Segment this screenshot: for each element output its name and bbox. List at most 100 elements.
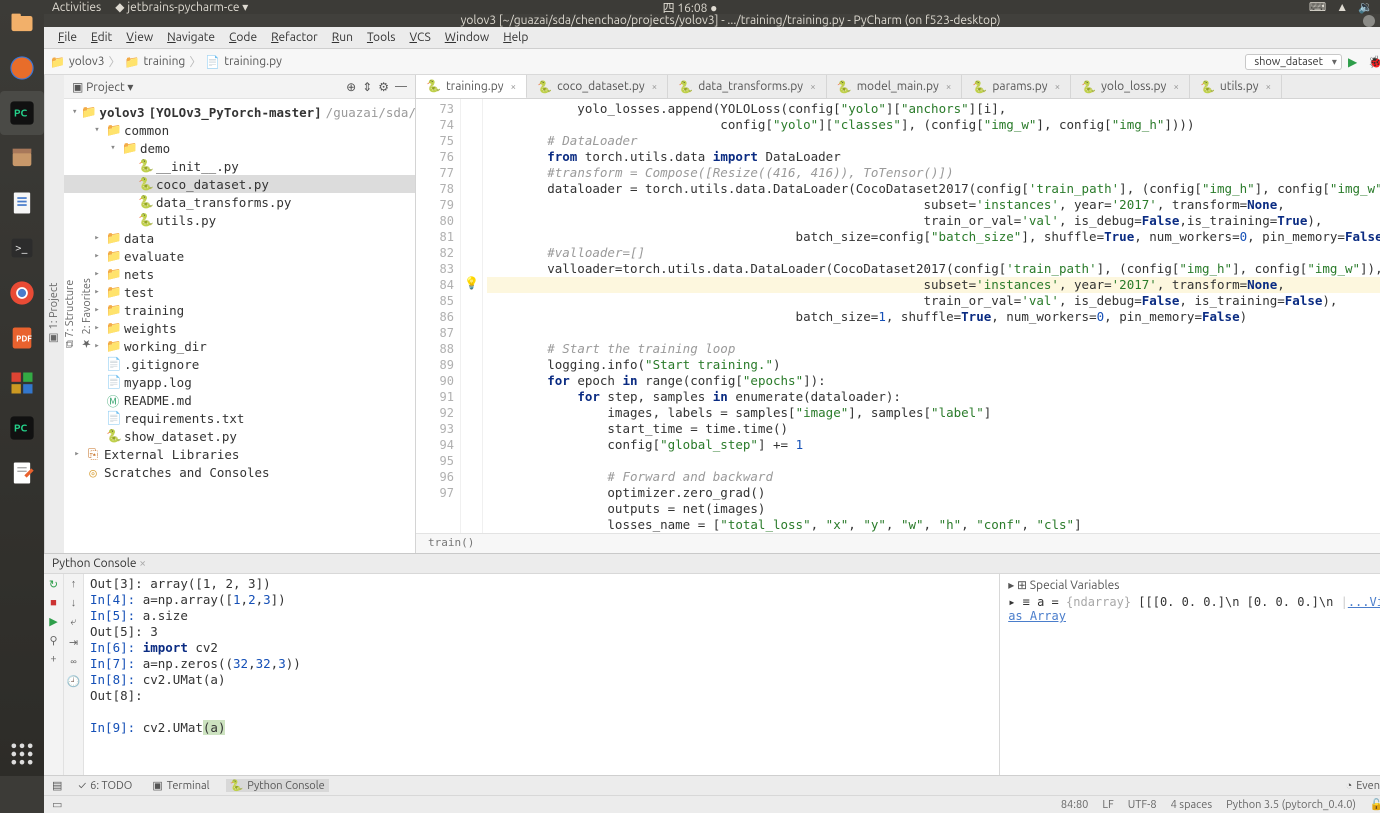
attach-icon[interactable]: ⚲ [49, 634, 57, 647]
menu-window[interactable]: Window [439, 29, 495, 46]
menu-file[interactable]: File [52, 29, 83, 46]
hide-icon[interactable]: — [395, 80, 407, 93]
editor-tab[interactable]: 🐍utils.py× [1190, 75, 1282, 98]
menu-vcs[interactable]: VCS [403, 29, 436, 46]
link-icon[interactable]: ∞ [70, 656, 76, 668]
run-config-selector[interactable]: show_dataset [1245, 54, 1342, 70]
dock-firefox-icon[interactable] [0, 46, 44, 90]
menu-tools[interactable]: Tools [361, 29, 402, 46]
left-tool-stripe: ▣ 1: Project ⧉ 7: Structure ★ 2: Favorit… [44, 75, 64, 553]
tree-node[interactable]: 🐍show_dataset.py [64, 427, 415, 445]
intention-bulb-icon[interactable]: 💡 [464, 276, 479, 290]
editor-breadcrumb[interactable]: train() [416, 533, 1380, 553]
sidebar-project-tab[interactable]: ▣ 1: Project [45, 81, 62, 547]
locate-icon[interactable]: ⊕ [346, 80, 356, 94]
breadcrumb[interactable]: 📁yolov3〉📁training〉📄training.py [50, 53, 282, 70]
tree-node[interactable]: ▸📁data [64, 229, 415, 247]
dock-notes-icon[interactable] [0, 451, 44, 495]
menu-view[interactable]: View [120, 29, 159, 46]
editor-tab[interactable]: 🐍yolo_loss.py× [1071, 75, 1190, 98]
file-encoding[interactable]: UTF-8 [1128, 799, 1157, 811]
variables-pane[interactable]: ▸ ⊞ Special Variables ▸ ≡ a = {ndarray} … [999, 574, 1380, 775]
stop-icon[interactable]: ■ [50, 597, 57, 609]
sidebar-structure-tab[interactable]: ⧉ 7: Structure [62, 81, 78, 547]
network-icon[interactable]: ▲ [1336, 0, 1348, 14]
tree-node[interactable]: ▸📁test [64, 283, 415, 301]
scroll-icon[interactable]: ⇥ [69, 636, 78, 649]
dock-pycharm-icon[interactable]: PC [0, 91, 44, 135]
dock-apps-icon[interactable] [0, 732, 44, 776]
up-icon[interactable]: ↑ [71, 578, 77, 590]
console-tab[interactable]: Python Console × [52, 557, 146, 570]
tree-node[interactable]: ⓂREADME.md [64, 391, 415, 409]
volume-icon[interactable]: 🔉 [1358, 0, 1373, 14]
sidebar-favorites-tab[interactable]: ★ 2: Favorites [78, 81, 95, 547]
editor-tab[interactable]: 🐍model_main.py× [827, 75, 963, 98]
tree-node[interactable]: 📄myapp.log [64, 373, 415, 391]
dock-archive-icon[interactable] [0, 136, 44, 180]
debug-icon[interactable]: 🐞 [1368, 55, 1380, 69]
dock-pdf-icon[interactable]: PDF [0, 316, 44, 360]
tree-node[interactable]: ◎Scratches and Consoles [64, 463, 415, 481]
history-icon[interactable]: 🕘 [67, 675, 81, 688]
menu-help[interactable]: Help [497, 29, 534, 46]
python-console-tab[interactable]: 🐍 Python Console [226, 779, 329, 792]
wrap-icon[interactable]: ⤶ [70, 616, 76, 629]
project-tree[interactable]: ▾📁yolov3 [YOLOv3_PyTorch-master] /guazai… [64, 99, 415, 553]
editor-tab[interactable]: 🐍training.py× [416, 75, 527, 99]
settings-icon[interactable]: ⚙ [378, 80, 389, 94]
window-minimize-button[interactable] [1363, 15, 1375, 27]
python-console-tool: Python Console × ⚙ — ↻ ■ ▶ ⚲ + ↑ ↓ ⤶ ⇥ [44, 553, 1380, 775]
app-menu[interactable]: ◆ jetbrains-pycharm-ce ▾ [115, 0, 248, 14]
menu-run[interactable]: Run [326, 29, 359, 46]
console-output[interactable]: Out[3]: array([1, 2, 3])In[4]: a=np.arra… [84, 574, 999, 775]
tree-node[interactable]: 🐍__init__.py [64, 157, 415, 175]
menu-code[interactable]: Code [223, 29, 263, 46]
tree-node[interactable]: 🐍utils.py [64, 211, 415, 229]
editor-tab[interactable]: 🐍params.py× [962, 75, 1071, 98]
tree-node[interactable]: ▾📁demo [64, 139, 415, 157]
tree-node[interactable]: ▸📁nets [64, 265, 415, 283]
activities-button[interactable]: Activities [52, 1, 101, 14]
todo-tab[interactable]: ✓ 6: TODO [74, 780, 136, 792]
bottom-bars-icon[interactable]: ▤ [52, 779, 62, 792]
new-console-icon[interactable]: + [50, 653, 56, 665]
interpreter-info[interactable]: Python 3.5 (pytorch_0.4.0) [1226, 799, 1356, 811]
tree-node[interactable]: 📄.gitignore [64, 355, 415, 373]
status-msg-icon[interactable]: ▭ [52, 798, 62, 811]
down-icon[interactable]: ↓ [71, 597, 77, 609]
code-editor[interactable]: yolo_losses.append(YOLOLoss(config["yolo… [483, 99, 1380, 533]
tree-node[interactable]: ▾📁common [64, 121, 415, 139]
editor-tab[interactable]: 🐍data_transforms.py× [668, 75, 826, 98]
dock-files-icon[interactable] [0, 1, 44, 45]
tree-node[interactable]: ▸📁evaluate [64, 247, 415, 265]
tree-node[interactable]: 🐍coco_dataset.py [64, 175, 415, 193]
menu-refactor[interactable]: Refactor [265, 29, 324, 46]
tree-node[interactable]: ▸📁weights [64, 319, 415, 337]
tree-node[interactable]: ▾📁yolov3 [YOLOv3_PyTorch-master] /guazai… [64, 103, 415, 121]
tree-node[interactable]: 📄requirements.txt [64, 409, 415, 427]
tree-node[interactable]: 🐍data_transforms.py [64, 193, 415, 211]
terminal-tab[interactable]: ▣ Terminal [148, 779, 213, 792]
dock-colors-icon[interactable] [0, 361, 44, 405]
tree-node[interactable]: ▸⎘External Libraries [64, 445, 415, 463]
dock-pycharm2-icon[interactable]: PC [0, 406, 44, 450]
execute-icon[interactable]: ▶ [49, 615, 57, 628]
dock-document-icon[interactable] [0, 181, 44, 225]
keyboard-icon[interactable]: ⌨ [1309, 0, 1326, 14]
tree-node[interactable]: ▸📁working_dir [64, 337, 415, 355]
event-log-tab[interactable]: ◔ Event Log [1342, 780, 1380, 792]
caret-position[interactable]: 84:80 [1061, 799, 1089, 811]
tree-node[interactable]: ▸📁training [64, 301, 415, 319]
menu-edit[interactable]: Edit [85, 29, 118, 46]
line-ending[interactable]: LF [1102, 799, 1113, 811]
run-icon[interactable]: ▶ [1348, 55, 1362, 69]
rerun-icon[interactable]: ↻ [49, 578, 58, 591]
collapse-icon[interactable]: ⇕ [362, 80, 372, 94]
editor-tab[interactable]: 🐍coco_dataset.py× [527, 75, 668, 98]
indent-info[interactable]: 4 spaces [1171, 799, 1213, 811]
menu-navigate[interactable]: Navigate [161, 29, 221, 46]
readonly-icon[interactable]: 🔓 [1370, 798, 1380, 811]
dock-chrome-icon[interactable] [0, 271, 44, 315]
dock-terminal-icon[interactable]: >_ [0, 226, 44, 270]
